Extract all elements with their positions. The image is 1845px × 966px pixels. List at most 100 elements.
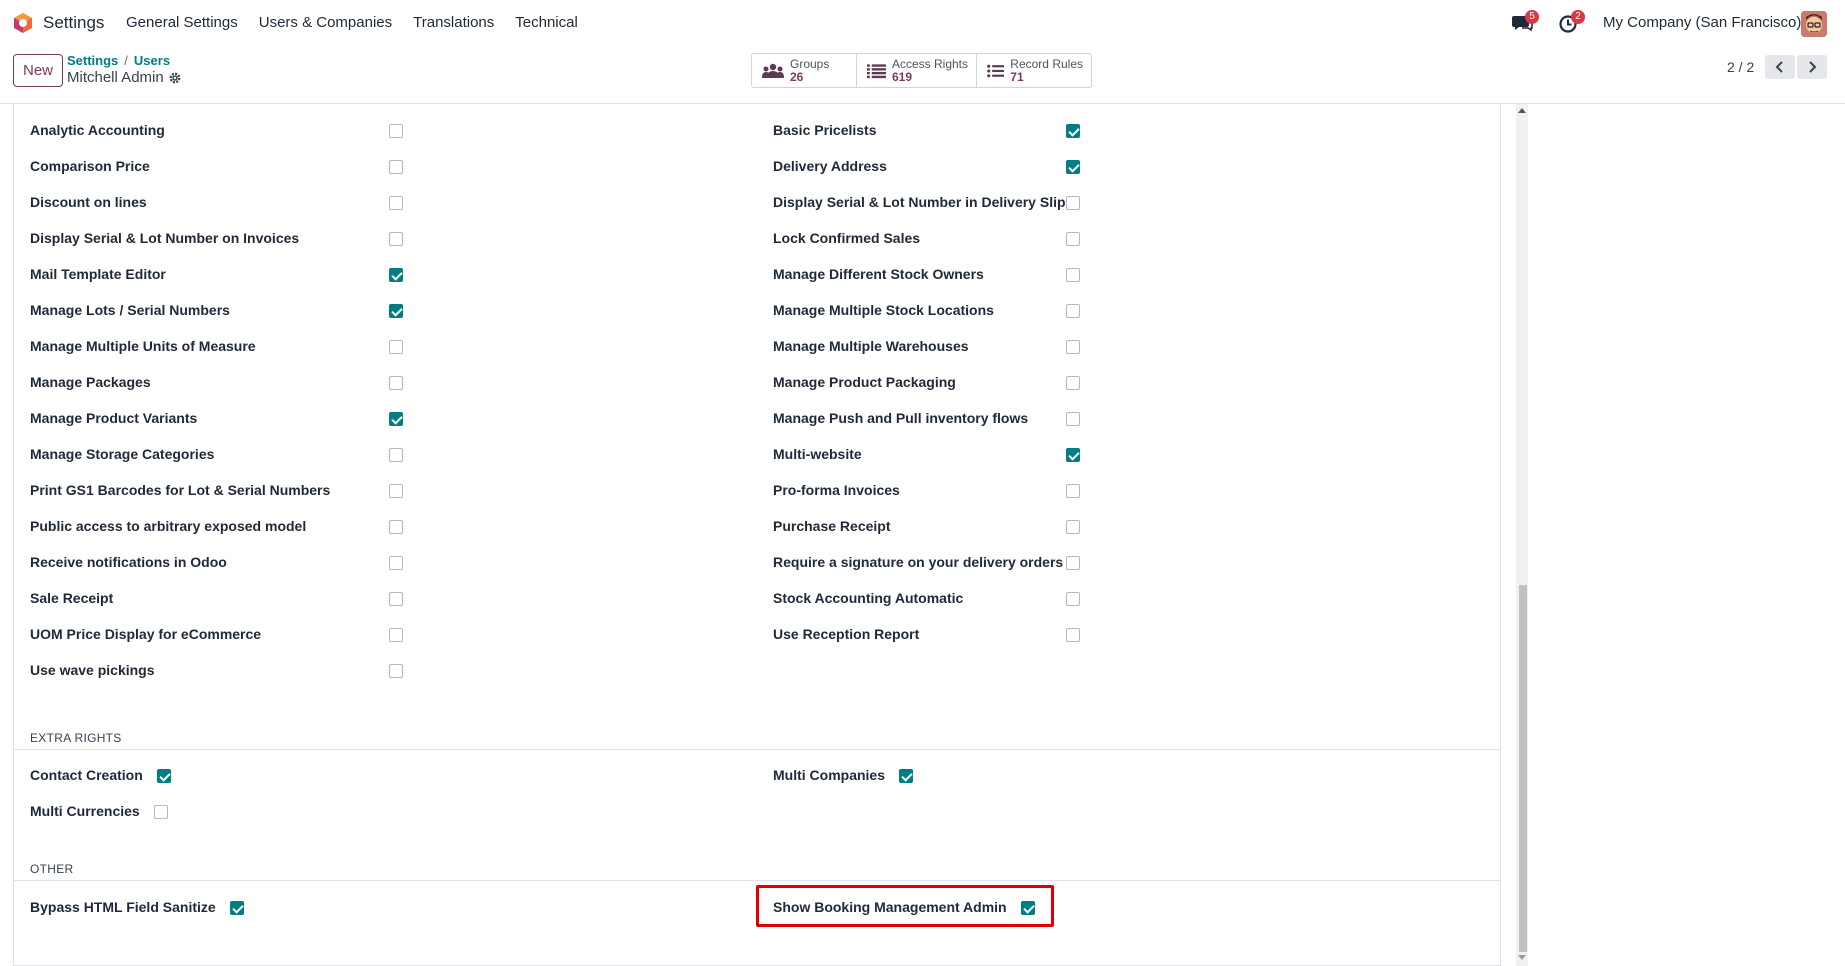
field-label-manage-multiple-units-of-measure: Manage Multiple Units of Measure: [30, 338, 256, 354]
field-label-manage-packages: Manage Packages: [30, 374, 151, 390]
scrollbar-thumb[interactable]: [1519, 585, 1527, 952]
breadcrumb-separator: /: [124, 53, 128, 68]
pager-previous-button[interactable]: [1765, 55, 1795, 79]
checkbox-analytic-accounting[interactable]: [389, 124, 403, 138]
field-label-print-gs1-barcodes-for-lot-serial-numbers: Print GS1 Barcodes for Lot & Serial Numb…: [30, 482, 331, 498]
field-label-manage-product-packaging: Manage Product Packaging: [773, 374, 956, 390]
record-rules-label: Record Rules: [1010, 56, 1083, 71]
user-avatar[interactable]: [1801, 11, 1827, 37]
menu-general-settings[interactable]: General Settings: [126, 14, 238, 31]
checkbox-manage-push-and-pull-inventory-flows[interactable]: [1066, 412, 1080, 426]
field-label-analytic-accounting: Analytic Accounting: [30, 122, 165, 138]
pager-next-button[interactable]: [1797, 55, 1827, 79]
chevron-right-icon: [1809, 61, 1817, 73]
avatar-face-icon: [1801, 11, 1827, 37]
checkbox-comparison-price[interactable]: [389, 160, 403, 174]
checkbox-uom-price-display-for-ecommerce[interactable]: [389, 628, 403, 642]
company-switcher[interactable]: My Company (San Francisco): [1603, 14, 1801, 31]
checkbox-manage-packages[interactable]: [389, 376, 403, 390]
checkbox-manage-different-stock-owners[interactable]: [1066, 268, 1080, 282]
pager-value[interactable]: 2 / 2: [1727, 59, 1754, 75]
menu-technical[interactable]: Technical: [515, 14, 578, 31]
checkbox-manage-product-variants[interactable]: [389, 412, 403, 426]
checkbox-manage-lots-serial-numbers[interactable]: [389, 304, 403, 318]
groups-label: Groups: [790, 56, 830, 71]
list-ul-icon: [987, 64, 1005, 77]
scroll-down-arrow-icon[interactable]: [1518, 955, 1526, 960]
checkbox-use-wave-pickings[interactable]: [389, 664, 403, 678]
new-button[interactable]: New: [13, 54, 63, 87]
field-label-manage-storage-categories: Manage Storage Categories: [30, 446, 215, 462]
checkbox-mail-template-editor[interactable]: [389, 268, 403, 282]
field-label-uom-price-display-for-ecommerce: UOM Price Display for eCommerce: [30, 626, 262, 642]
checkbox-sale-receipt[interactable]: [389, 592, 403, 606]
odoo-logo-icon[interactable]: [12, 12, 34, 34]
field-label-require-a-signature-on-your-delivery-orders: Require a signature on your delivery ord…: [773, 554, 1064, 570]
field-label-lock-confirmed-sales: Lock Confirmed Sales: [773, 230, 921, 246]
field-label-display-serial-lot-number-on-invoices: Display Serial & Lot Number on Invoices: [30, 230, 300, 246]
checkbox-purchase-receipt[interactable]: [1066, 520, 1080, 534]
checkbox-bypass-html-field-sanitize[interactable]: [230, 901, 244, 915]
checkbox-contact-creation[interactable]: [157, 769, 171, 783]
field-label-mail-template-editor: Mail Template Editor: [30, 266, 166, 282]
scroll-up-arrow-icon[interactable]: [1518, 108, 1526, 113]
record-rules-count: 71: [1010, 69, 1024, 84]
breadcrumb-settings[interactable]: Settings: [67, 53, 118, 68]
checkbox-manage-storage-categories[interactable]: [389, 448, 403, 462]
field-label-multi-currencies: Multi Currencies: [30, 803, 140, 819]
field-label-discount-on-lines: Discount on lines: [30, 194, 147, 210]
other-divider: [14, 880, 1500, 881]
main-menu: General Settings Users & Companies Trans…: [126, 14, 599, 31]
checkbox-print-gs1-barcodes-for-lot-serial-numbers[interactable]: [389, 484, 403, 498]
checkbox-multi-companies[interactable]: [899, 769, 913, 783]
chevron-left-icon: [1775, 61, 1783, 73]
list-icon: [867, 63, 886, 78]
field-label-manage-multiple-stock-locations: Manage Multiple Stock Locations: [773, 302, 994, 318]
app-title[interactable]: Settings: [43, 13, 104, 33]
checkbox-require-a-signature-on-your-delivery-orders[interactable]: [1066, 556, 1080, 570]
checkbox-lock-confirmed-sales[interactable]: [1066, 232, 1080, 246]
access-rights-smart-button[interactable]: Access Rights 619: [857, 54, 977, 87]
checkbox-manage-product-packaging[interactable]: [1066, 376, 1080, 390]
field-label-manage-lots-serial-numbers: Manage Lots / Serial Numbers: [30, 302, 230, 318]
field-label-bypass-html-field-sanitize: Bypass HTML Field Sanitize: [30, 899, 216, 915]
top-navbar: Settings General Settings Users & Compan…: [0, 0, 1845, 46]
checkbox-multi-currencies[interactable]: [154, 805, 168, 819]
checkbox-use-reception-report[interactable]: [1066, 628, 1080, 642]
field-label-use-reception-report: Use Reception Report: [773, 626, 920, 642]
checkbox-delivery-address[interactable]: [1066, 160, 1080, 174]
form-sheet: Advanced PricelistsAnalytic AccountingCo…: [13, 104, 1501, 966]
checkbox-manage-multiple-stock-locations[interactable]: [1066, 304, 1080, 318]
field-label-delivery-address: Delivery Address: [773, 158, 887, 174]
menu-users-companies[interactable]: Users & Companies: [259, 14, 392, 31]
field-label-comparison-price: Comparison Price: [30, 158, 150, 174]
checkbox-multi-website[interactable]: [1066, 448, 1080, 462]
checkbox-display-serial-lot-number-in-delivery-slips[interactable]: [1066, 196, 1080, 210]
highlight-box: [756, 885, 1054, 927]
field-label-display-serial-lot-number-in-delivery-slips: Display Serial & Lot Number in Delivery …: [773, 194, 1074, 210]
field-label-basic-pricelists: Basic Pricelists: [773, 122, 877, 138]
field-label-sale-receipt: Sale Receipt: [30, 590, 114, 606]
extra-rights-divider: [14, 749, 1500, 750]
groups-smart-button[interactable]: Groups 26: [752, 54, 857, 87]
checkbox-public-access-to-arbitrary-exposed-model[interactable]: [389, 520, 403, 534]
field-label-manage-multiple-warehouses: Manage Multiple Warehouses: [773, 338, 969, 354]
other-title: OTHER: [30, 862, 74, 876]
checkbox-manage-multiple-warehouses[interactable]: [1066, 340, 1080, 354]
checkbox-discount-on-lines[interactable]: [389, 196, 403, 210]
checkbox-display-serial-lot-number-on-invoices[interactable]: [389, 232, 403, 246]
access-rights-count: 619: [891, 69, 912, 84]
field-label-manage-product-variants: Manage Product Variants: [30, 410, 198, 426]
menu-translations[interactable]: Translations: [413, 14, 494, 31]
checkbox-stock-accounting-automatic[interactable]: [1066, 592, 1080, 606]
checkbox-manage-multiple-units-of-measure[interactable]: [389, 340, 403, 354]
checkbox-receive-notifications-in-odoo[interactable]: [389, 556, 403, 570]
gear-icon[interactable]: [168, 71, 182, 85]
record-rules-smart-button[interactable]: Record Rules 71: [977, 54, 1091, 87]
checkbox-pro-forma-invoices[interactable]: [1066, 484, 1080, 498]
breadcrumb-users[interactable]: Users: [134, 53, 170, 68]
checkbox-basic-pricelists[interactable]: [1066, 124, 1080, 138]
activities-badge: 2: [1571, 10, 1585, 24]
access-rights-label: Access Rights: [891, 56, 968, 71]
control-panel: New Settings / Users Mitchell Admin Groups…: [0, 46, 1845, 104]
